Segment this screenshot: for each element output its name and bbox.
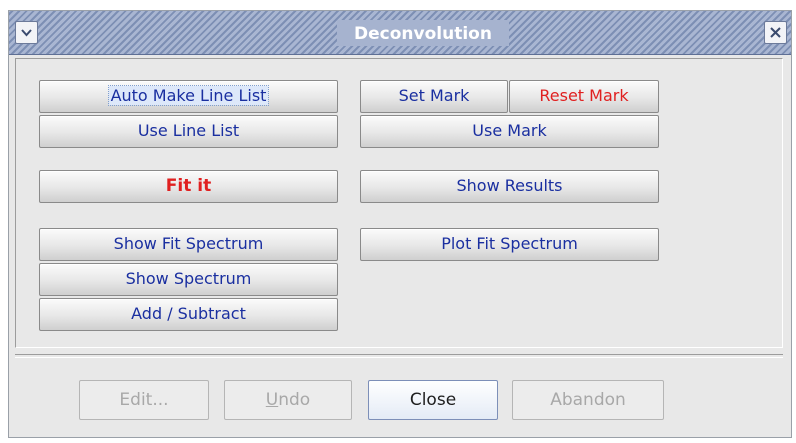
auto-make-line-list-button[interactable]: Auto Make Line List: [39, 80, 338, 113]
undo-mnemonic: U: [265, 390, 279, 410]
title-bar[interactable]: Deconvolution: [9, 11, 791, 55]
use-mark-button[interactable]: Use Mark: [360, 115, 659, 148]
close-icon: [770, 27, 781, 38]
deconvolution-dialog: Deconvolution Auto Make Line List Use Li…: [8, 10, 792, 438]
set-mark-button[interactable]: Set Mark: [360, 80, 508, 113]
show-fit-spectrum-button[interactable]: Show Fit Spectrum: [39, 228, 338, 261]
window-title: Deconvolution: [354, 24, 492, 44]
reset-mark-button[interactable]: Reset Mark: [509, 80, 659, 113]
undo-label-rest: ndo: [278, 390, 311, 410]
window-close-button[interactable]: [764, 21, 787, 44]
undo-button[interactable]: Undo: [224, 380, 352, 420]
window-menu-button[interactable]: [15, 21, 38, 44]
close-button[interactable]: Close: [368, 380, 498, 420]
fit-it-button[interactable]: Fit it: [39, 170, 338, 203]
title-plate: Deconvolution: [337, 20, 509, 46]
auto-make-line-list-label: Auto Make Line List: [107, 85, 270, 106]
show-results-button[interactable]: Show Results: [360, 170, 659, 203]
use-line-list-button[interactable]: Use Line List: [39, 115, 338, 148]
chevron-down-icon: [21, 29, 32, 37]
edit-button[interactable]: Edit...: [79, 380, 209, 420]
footer-separator: [15, 354, 783, 358]
show-spectrum-button[interactable]: Show Spectrum: [39, 263, 338, 296]
abandon-button[interactable]: Abandon: [512, 380, 664, 420]
add-subtract-button[interactable]: Add / Subtract: [39, 298, 338, 331]
plot-fit-spectrum-button[interactable]: Plot Fit Spectrum: [360, 228, 659, 261]
